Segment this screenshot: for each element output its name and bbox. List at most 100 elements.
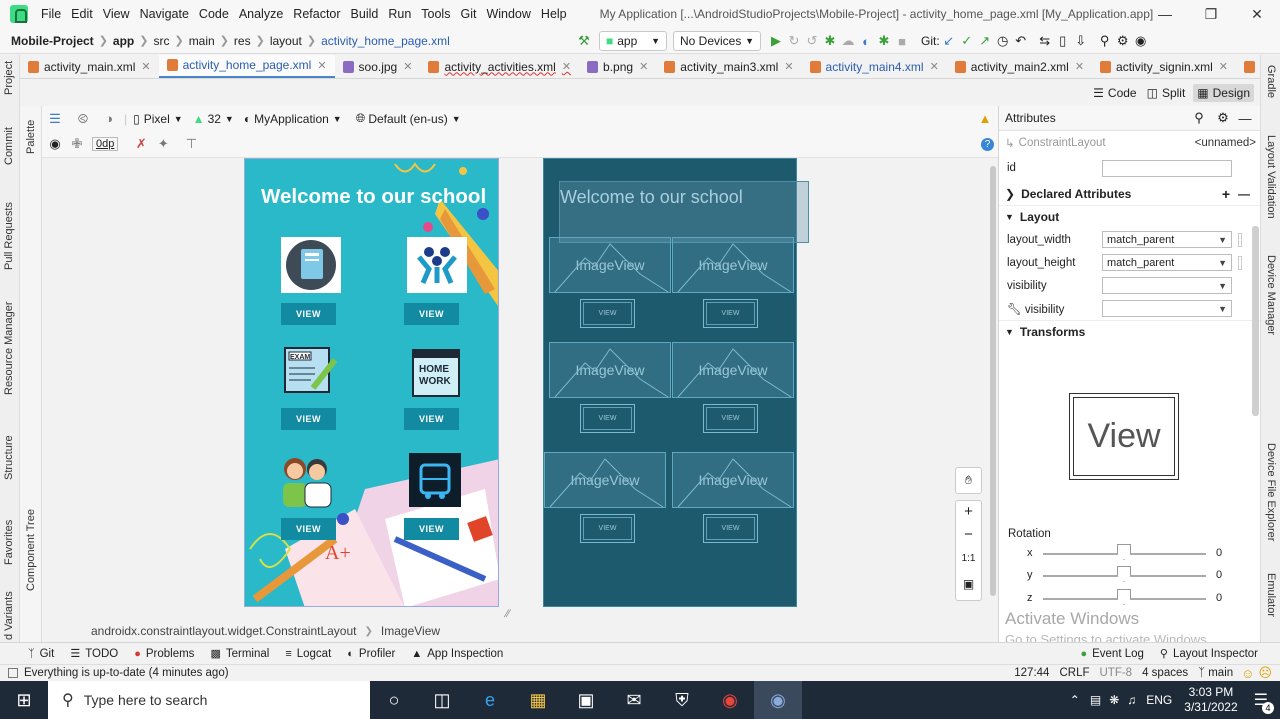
git-commit-icon[interactable]: ✓ [958,32,976,50]
blueprint-imageview[interactable]: ImageView [549,342,671,398]
tab-activity-main2[interactable]: activity_main2.xml ✕ [947,55,1092,78]
clear-constraints-icon[interactable]: ✗ [132,135,150,153]
api-level-selector[interactable]: ▲ 32 ▼ [193,112,234,126]
file-explorer-icon[interactable]: ▦ [514,681,562,719]
view-button[interactable]: VIEW [404,408,459,430]
view-button[interactable]: VIEW [404,303,459,325]
blueprint-imageview[interactable]: ImageView [672,452,794,508]
zoom-in-icon[interactable]: + [955,503,982,523]
feedback-frown-icon[interactable]: ☹ [1258,665,1272,681]
line-separator[interactable]: CRLF [1059,667,1089,679]
apply-changes-icon[interactable]: ↻ [785,32,803,50]
tab-activity-overflow[interactable]: acti⋮ [1236,55,1260,78]
pull-requests-tool-button[interactable]: Pull Requests [3,202,15,270]
zoom-out-icon[interactable]: − [955,526,982,546]
menu-view[interactable]: View [98,7,135,21]
debug-icon[interactable]: ✱ [821,32,839,50]
close-tab-icon[interactable]: ✕ [1075,60,1084,73]
store-icon[interactable]: ▣ [562,681,610,719]
build-variants-tool-button[interactable]: d Variants [3,591,15,640]
menu-analyze[interactable]: Analyze [234,7,288,21]
menu-edit[interactable]: Edit [66,7,98,21]
menu-run[interactable]: Run [383,7,416,21]
structure-tool-button[interactable]: Structure [3,435,15,480]
locale-selector[interactable]: 🌐︎ Default (en-us) ▼ [356,111,461,126]
tab-activity-signin[interactable]: activity_signin.xml ✕ [1092,55,1236,78]
close-icon[interactable]: ✕ [1234,0,1280,28]
breadcrumb-main[interactable]: main [186,34,218,48]
rollback-icon[interactable]: ↶ [1012,32,1030,50]
breadcrumb-file[interactable]: activity_home_page.xml [318,34,453,48]
tab-b-png[interactable]: b.png ✕ [579,55,656,78]
blueprint-preview[interactable]: Welcome to our school ImageView ImageVie… [543,158,809,607]
blueprint-imageview[interactable]: ImageView [544,452,666,508]
logcat-tool-window[interactable]: ≡ Logcat [277,648,339,660]
bus-icon[interactable] [409,453,461,507]
blueprint-button[interactable]: VIEW [580,514,635,543]
menu-window[interactable]: Window [481,7,535,21]
view-options-eye-icon[interactable]: ◉ [46,135,64,153]
task-view-icon[interactable]: ◫ [418,681,466,719]
hide-panel-icon[interactable]: — [1236,109,1254,127]
close-tab-icon[interactable]: ✕ [317,59,326,72]
close-tab-icon[interactable]: ✕ [141,60,150,73]
menu-build[interactable]: Build [346,7,384,21]
hammer-icon[interactable]: ⚒ [575,32,593,50]
help-icon[interactable]: ? [981,137,994,151]
breadcrumb-res[interactable]: res [231,34,254,48]
status-toggle-icon[interactable] [8,668,18,678]
breadcrumb-layout[interactable]: layout [267,34,305,48]
tab-activity-home-page[interactable]: activity_home_page.xml ✕ [158,55,335,78]
history-icon[interactable]: ◷ [994,32,1012,50]
add-attribute-icon[interactable]: + [1222,186,1230,202]
canvas-scrollbar[interactable] [988,158,998,620]
breadcrumb-child[interactable]: ImageView [381,624,440,638]
blueprint-button[interactable]: VIEW [703,299,758,328]
commit-tool-button[interactable]: Commit [3,127,15,165]
transforms-section[interactable]: Transforms [1020,325,1085,339]
view-button[interactable]: VIEW [281,518,336,540]
network-icon[interactable]: ▤ [1090,693,1101,707]
orientation-icon[interactable]: ⧀ [74,110,92,128]
warning-icon[interactable]: ▲ [976,110,994,128]
layout-validation-tool-button[interactable]: Layout Validation [1265,135,1277,219]
resource-manager-tool-button[interactable]: Resource Manager [3,301,15,395]
emulator-tool-button[interactable]: Emulator [1265,573,1277,617]
sync-gradle-icon[interactable]: ⇆ [1036,32,1054,50]
close-tab-icon[interactable]: ✕ [639,60,648,73]
settings-gear-icon[interactable]: ⚙ [1214,109,1232,127]
menu-git[interactable]: Git [455,7,481,21]
book-icon[interactable] [281,237,341,293]
attach-debugger-icon[interactable]: ✱ [875,32,893,50]
menu-file[interactable]: File [36,7,66,21]
component-tree-tool-button[interactable]: Component Tree [25,509,37,591]
device-manager-icon[interactable]: ▯ [1054,32,1072,50]
resize-handle[interactable]: ∕∕ [506,608,510,620]
blueprint-button[interactable]: VIEW [580,404,635,433]
app-inspection-tool-window[interactable]: ▲ App Inspection [403,648,511,660]
project-tool-button[interactable]: Project [3,61,15,95]
remove-attribute-icon[interactable]: — [1238,187,1250,201]
coverage-icon[interactable]: ☁ [839,32,857,50]
security-shield-icon[interactable]: ⛨ [658,681,706,719]
close-tab-icon[interactable]: ✕ [403,60,412,73]
theme-selector[interactable]: ◐ MyApplication ▼ [244,112,342,126]
blueprint-button[interactable]: VIEW [580,299,635,328]
feedback-smile-icon[interactable]: ☺ [1241,666,1254,681]
terminal-tool-window[interactable]: ▩ Terminal [202,647,277,661]
declared-attributes-section[interactable]: Declared Attributes [1021,187,1131,201]
language-indicator[interactable]: ENG [1146,693,1172,707]
phone-design-preview[interactable]: A+ Welcome to our school VIEW VIEW EXAM … [244,158,499,607]
device-selector[interactable]: ▯ Pixel ▼ [133,112,183,126]
clock[interactable]: 3:03 PM 3/31/2022 [1184,685,1237,715]
cortana-icon[interactable]: ○ [370,681,418,719]
teamwork-icon[interactable] [407,237,467,293]
tab-activity-activities[interactable]: activity_activities.xml ✕ [420,55,579,78]
minimize-icon[interactable]: — [1142,0,1188,28]
palette-tool-button[interactable]: Palette [25,120,37,154]
tab-activity-main3[interactable]: activity_main3.xml ✕ [656,55,801,78]
run-config-select[interactable]: ■ app ▼ [599,31,667,51]
view-button[interactable]: VIEW [281,408,336,430]
tray-chevron-icon[interactable]: ⌃ [1070,693,1080,707]
view-button[interactable]: VIEW [281,303,336,325]
